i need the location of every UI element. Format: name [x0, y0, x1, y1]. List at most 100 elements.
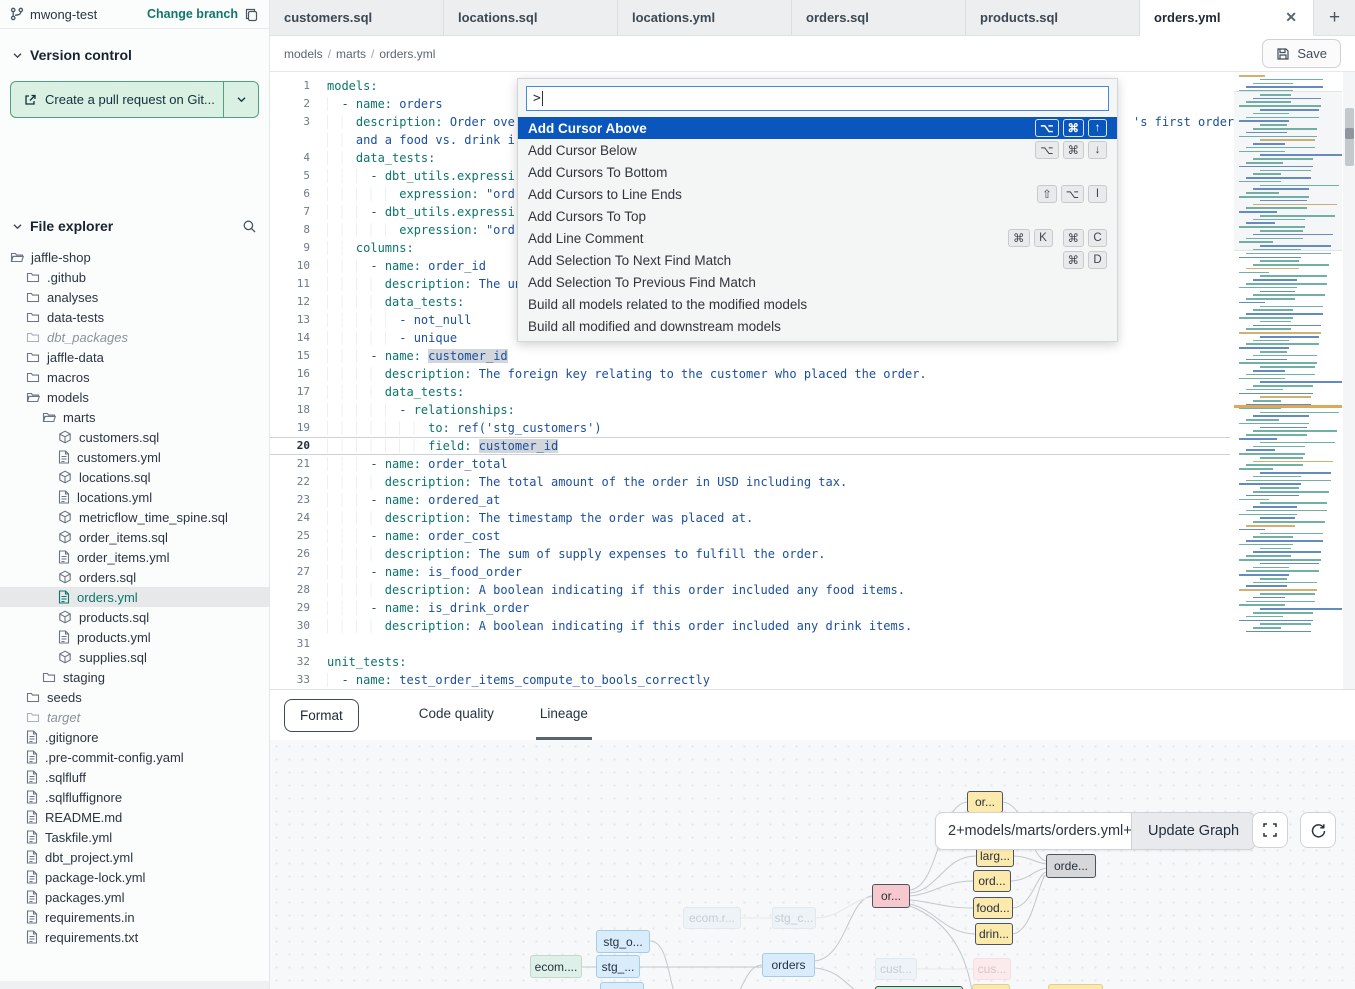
- file-tree-item[interactable]: packages.yml: [0, 887, 269, 907]
- file-tree-item[interactable]: .sqlfluff: [0, 767, 269, 787]
- code-line[interactable]: 30 description: A boolean indicating if …: [270, 617, 1230, 635]
- file-tree-item[interactable]: analyses: [0, 287, 269, 307]
- refresh-button[interactable]: [1300, 812, 1336, 848]
- code-line[interactable]: 18 - relationships:: [270, 401, 1230, 419]
- file-tree-item[interactable]: jaffle-data: [0, 347, 269, 367]
- lineage-node[interactable]: drin...: [975, 923, 1013, 945]
- file-tree-item[interactable]: models: [0, 387, 269, 407]
- breadcrumb[interactable]: models/marts/orders.yml: [284, 47, 435, 61]
- lineage-node[interactable]: order_...: [1048, 984, 1103, 989]
- lineage-node[interactable]: ecom....: [530, 955, 582, 978]
- code-line[interactable]: 26 description: The sum of supply expens…: [270, 545, 1230, 563]
- file-tree-item[interactable]: seeds: [0, 687, 269, 707]
- file-tree-item[interactable]: staging: [0, 667, 269, 687]
- lineage-node[interactable]: orders: [762, 953, 815, 977]
- palette-item[interactable]: Add Line Comment⌘K⌘C: [518, 227, 1117, 249]
- file-tree-item[interactable]: products.yml: [0, 627, 269, 647]
- lineage-node[interactable]: stg_...: [600, 982, 644, 989]
- code-line[interactable]: 27 - name: is_food_order: [270, 563, 1230, 581]
- lineage-node[interactable]: ecom.r...: [683, 907, 741, 929]
- change-branch-link[interactable]: Change branch: [147, 7, 238, 21]
- code-line[interactable]: 24 description: The timestamp the order …: [270, 509, 1230, 527]
- file-tree-item[interactable]: marts: [0, 407, 269, 427]
- palette-item[interactable]: Add Cursors To Top: [518, 205, 1117, 227]
- lineage-node[interactable]: food...: [973, 897, 1013, 919]
- copy-icon[interactable]: [244, 7, 259, 22]
- new-tab-button[interactable]: +: [1314, 0, 1355, 35]
- code-line[interactable]: 23 - name: ordered_at: [270, 491, 1230, 509]
- code-line[interactable]: 17 data_tests:: [270, 383, 1230, 401]
- file-tree-item[interactable]: package-lock.yml: [0, 867, 269, 887]
- code-line[interactable]: 16 description: The foreign key relating…: [270, 365, 1230, 383]
- file-tree-item[interactable]: metricflow_time_spine.sql: [0, 507, 269, 527]
- file-tree-item[interactable]: requirements.in: [0, 907, 269, 927]
- palette-item[interactable]: Add Cursor Above⌥⌘↑: [518, 117, 1117, 139]
- code-line[interactable]: 19 to: ref('stg_customers'): [270, 419, 1230, 437]
- command-palette-input[interactable]: >: [526, 86, 1109, 111]
- save-button[interactable]: Save: [1262, 39, 1341, 68]
- file-tree-item[interactable]: dbt_project.yml: [0, 847, 269, 867]
- code-editor[interactable]: 1models:2 - name: orders3 description: O…: [270, 72, 1355, 690]
- create-pr-dropdown-button[interactable]: [223, 81, 259, 118]
- palette-item[interactable]: Build all modified and downstream models: [518, 315, 1117, 337]
- minimap[interactable]: [1234, 75, 1342, 681]
- file-tree-item[interactable]: .github: [0, 267, 269, 287]
- code-line[interactable]: 25 - name: order_cost: [270, 527, 1230, 545]
- file-tree-item[interactable]: customers.sql: [0, 427, 269, 447]
- sidebar-scrollbar[interactable]: [0, 981, 269, 989]
- bottom-tab-code-quality[interactable]: Code quality: [415, 690, 498, 740]
- format-button[interactable]: Format: [284, 699, 359, 732]
- editor-scrollbar[interactable]: [1343, 72, 1355, 689]
- lineage-node[interactable]: or...: [967, 791, 1003, 813]
- file-tree-item[interactable]: requirements.txt: [0, 927, 269, 947]
- palette-item[interactable]: Add Selection To Previous Find Match: [518, 271, 1117, 293]
- file-tree-item[interactable]: dbt_packages: [0, 327, 269, 347]
- close-icon[interactable]: ✕: [1283, 9, 1299, 26]
- search-icon[interactable]: [242, 219, 257, 234]
- file-tree-item[interactable]: .gitignore: [0, 727, 269, 747]
- code-line[interactable]: 20 field: customer_id: [270, 437, 1230, 455]
- code-line[interactable]: 32unit_tests:: [270, 653, 1230, 671]
- breadcrumb-part[interactable]: marts: [336, 47, 366, 61]
- breadcrumb-part[interactable]: models: [284, 47, 323, 61]
- lineage-node[interactable]: or...: [872, 884, 910, 908]
- lineage-node[interactable]: cus...: [973, 958, 1011, 980]
- code-line[interactable]: 21 - name: order_total: [270, 455, 1230, 473]
- code-line[interactable]: 15 - name: customer_id: [270, 347, 1230, 365]
- tab-locations-sql[interactable]: locations.sql: [444, 0, 618, 35]
- file-tree-item[interactable]: orders.yml: [0, 587, 269, 607]
- file-tree-item[interactable]: data-tests: [0, 307, 269, 327]
- file-tree-item[interactable]: customers.yml: [0, 447, 269, 467]
- create-pr-button[interactable]: Create a pull request on Git...: [10, 81, 223, 118]
- tab-orders-sql[interactable]: orders.sql: [792, 0, 966, 35]
- lineage-node[interactable]: stg_...: [596, 955, 640, 978]
- lineage-node[interactable]: orde...: [1046, 854, 1096, 878]
- file-tree-item[interactable]: Taskfile.yml: [0, 827, 269, 847]
- file-tree-item[interactable]: .pre-commit-config.yaml: [0, 747, 269, 767]
- file-tree-item[interactable]: jaffle-shop: [0, 247, 269, 267]
- bottom-tab-lineage[interactable]: Lineage: [536, 690, 592, 740]
- file-tree-item[interactable]: products.sql: [0, 607, 269, 627]
- lineage-node[interactable]: stg_c...: [772, 907, 816, 929]
- file-tree-item[interactable]: macros: [0, 367, 269, 387]
- file-tree-item[interactable]: README.md: [0, 807, 269, 827]
- version-control-header[interactable]: Version control: [0, 43, 269, 67]
- file-tree-item[interactable]: locations.yml: [0, 487, 269, 507]
- tab-orders-yml[interactable]: orders.yml✕: [1140, 0, 1314, 36]
- palette-item[interactable]: Add Cursor Below⌥⌘↓: [518, 139, 1117, 161]
- palette-item[interactable]: Add Cursors to Line Ends⇧⌥I: [518, 183, 1117, 205]
- code-line[interactable]: 33 - name: test_order_items_compute_to_b…: [270, 671, 1230, 689]
- tab-products-sql[interactable]: products.sql: [966, 0, 1140, 35]
- file-tree-item[interactable]: supplies.sql: [0, 647, 269, 667]
- file-tree-item[interactable]: .sqlfluffignore: [0, 787, 269, 807]
- palette-item[interactable]: Add Selection To Next Find Match⌘D: [518, 249, 1117, 271]
- code-line[interactable]: 31: [270, 635, 1230, 653]
- file-tree-item[interactable]: target: [0, 707, 269, 727]
- lineage-node[interactable]: ord...: [972, 984, 1010, 989]
- code-line[interactable]: 29 - name: is_drink_order: [270, 599, 1230, 617]
- breadcrumb-part[interactable]: orders.yml: [379, 47, 435, 61]
- update-graph-button[interactable]: Update Graph: [1131, 812, 1256, 850]
- fullscreen-button[interactable]: [1252, 812, 1288, 848]
- lineage-node[interactable]: cust...: [875, 958, 917, 980]
- palette-item[interactable]: Add Cursors To Bottom: [518, 161, 1117, 183]
